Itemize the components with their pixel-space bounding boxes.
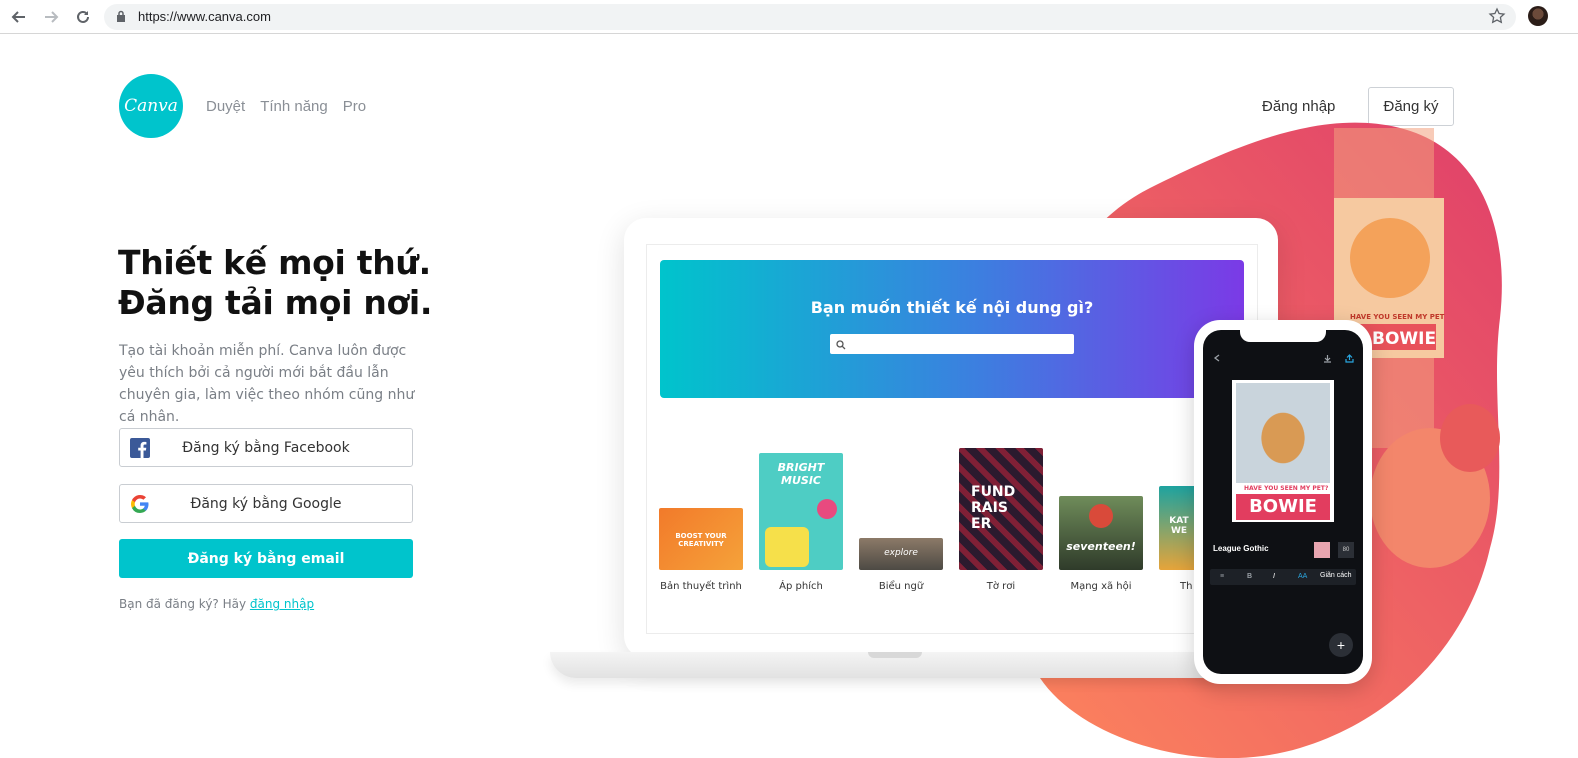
phone-align-icon[interactable]: ≡ (1220, 573, 1224, 580)
tile-label-banner: Biểu ngữ (878, 581, 924, 592)
tile-social-text: seventeen! (1066, 540, 1136, 553)
hero-subtext: Tạo tài khoản miễn phí. Canva luôn được … (119, 343, 415, 425)
headline-line-2: Đăng tải mọi nơi. (118, 283, 433, 322)
login-link[interactable]: Đăng nhập (1262, 98, 1335, 115)
design-search-banner (660, 260, 1244, 398)
nav-pro[interactable]: Pro (343, 98, 366, 115)
bookmark-star-icon[interactable] (1488, 7, 1506, 30)
nav-browse[interactable]: Duyệt (206, 98, 245, 115)
logo-text: Canva (124, 96, 178, 116)
phone-text-toolbar: ≡ B I AA Giãn cách (1210, 569, 1356, 585)
phone-card-caption: HAVE YOU SEEN MY PET? (1244, 485, 1329, 492)
phone-italic-icon[interactable]: I (1273, 573, 1275, 580)
poster-caption: HAVE YOU SEEN MY PET (1350, 313, 1445, 321)
tile-banner[interactable]: explore (859, 538, 943, 570)
search-icon (836, 337, 846, 355)
already-registered: Bạn đã đăng ký? Hãy đăng nhập (119, 597, 314, 611)
laptop-notch (868, 652, 922, 658)
forward-icon[interactable] (40, 6, 62, 28)
google-icon (130, 494, 150, 514)
tile-more-text: KAT WE (1169, 516, 1189, 536)
url-text: https://www.canva.com (138, 9, 271, 24)
phone-color-swatch[interactable] (1314, 542, 1330, 558)
phone-back-icon (1213, 354, 1220, 362)
login-inline-link[interactable]: đăng nhập (250, 597, 314, 611)
banner-title: Bạn muốn thiết kế nội dung gì? (810, 298, 1094, 317)
headline-line-1: Thiết kế mọi thứ. (118, 243, 431, 282)
tile-banner-text: explore (884, 548, 918, 558)
email-signup-button[interactable]: Đăng ký bằng email (119, 539, 413, 578)
tile-label-presentation: Bản thuyết trình (660, 581, 742, 592)
phone-download-icon (1324, 355, 1331, 363)
browser-toolbar: https://www.canva.com (0, 0, 1578, 34)
tile-label-flyer: Tờ rơi (986, 581, 1016, 592)
tile-presentation-text: BOOST YOUR CREATIVITY (675, 532, 727, 548)
tile-flyer-text: FUND RAIS ER (971, 484, 1016, 532)
dog-photo (1236, 383, 1330, 483)
already-text: Bạn đã đăng ký? Hãy (119, 597, 247, 611)
phone-case-icon[interactable]: AA (1298, 573, 1307, 580)
back-icon[interactable] (8, 6, 30, 28)
tile-poster[interactable]: BRIGHT MUSIC (759, 453, 843, 570)
phone-notch (1240, 330, 1326, 342)
phone-card-title: BOWIE (1236, 494, 1330, 520)
phone-add-icon[interactable]: + (1329, 633, 1353, 657)
tile-flyer[interactable]: FUND RAIS ER (959, 448, 1043, 570)
top-navigation: Duyệt Tính năng Pro (206, 98, 366, 115)
tile-presentation[interactable]: BOOST YOUR CREATIVITY (659, 508, 743, 570)
google-signup-button[interactable]: Đăng ký bằng Google (119, 484, 413, 523)
poster-title: BOWIE (1372, 329, 1436, 349)
google-button-label: Đăng ký bằng Google (190, 495, 342, 512)
reload-icon[interactable] (72, 6, 94, 28)
phone-bold-icon[interactable]: B (1247, 573, 1252, 580)
facebook-icon (130, 438, 150, 458)
phone-font-name[interactable]: League Gothic (1213, 544, 1269, 553)
phone-spacing-label[interactable]: Giãn cách (1320, 572, 1352, 579)
tile-poster-text: BRIGHT MUSIC (777, 461, 825, 487)
canva-logo[interactable]: Canva (119, 74, 183, 138)
hero-headline: Thiết kế mọi thứ. Đăng tải mọi nơi. (118, 243, 432, 323)
phone-share-icon (1345, 354, 1354, 363)
lock-icon (116, 10, 126, 28)
phone-font-size[interactable]: 80 (1338, 542, 1354, 558)
tile-social[interactable]: seventeen! (1059, 496, 1143, 570)
tile-label-social: Mạng xã hội (1070, 581, 1132, 592)
address-bar[interactable]: https://www.canva.com (104, 4, 1516, 30)
facebook-signup-button[interactable]: Đăng ký bằng Facebook (119, 428, 413, 467)
facebook-button-label: Đăng ký bằng Facebook (182, 439, 350, 456)
tile-more[interactable]: KAT WE (1159, 486, 1199, 570)
nav-features[interactable]: Tính năng (260, 98, 328, 115)
banner-search-input[interactable] (830, 334, 1074, 354)
tile-label-poster: Áp phích (779, 581, 823, 592)
profile-avatar[interactable] (1528, 6, 1548, 26)
